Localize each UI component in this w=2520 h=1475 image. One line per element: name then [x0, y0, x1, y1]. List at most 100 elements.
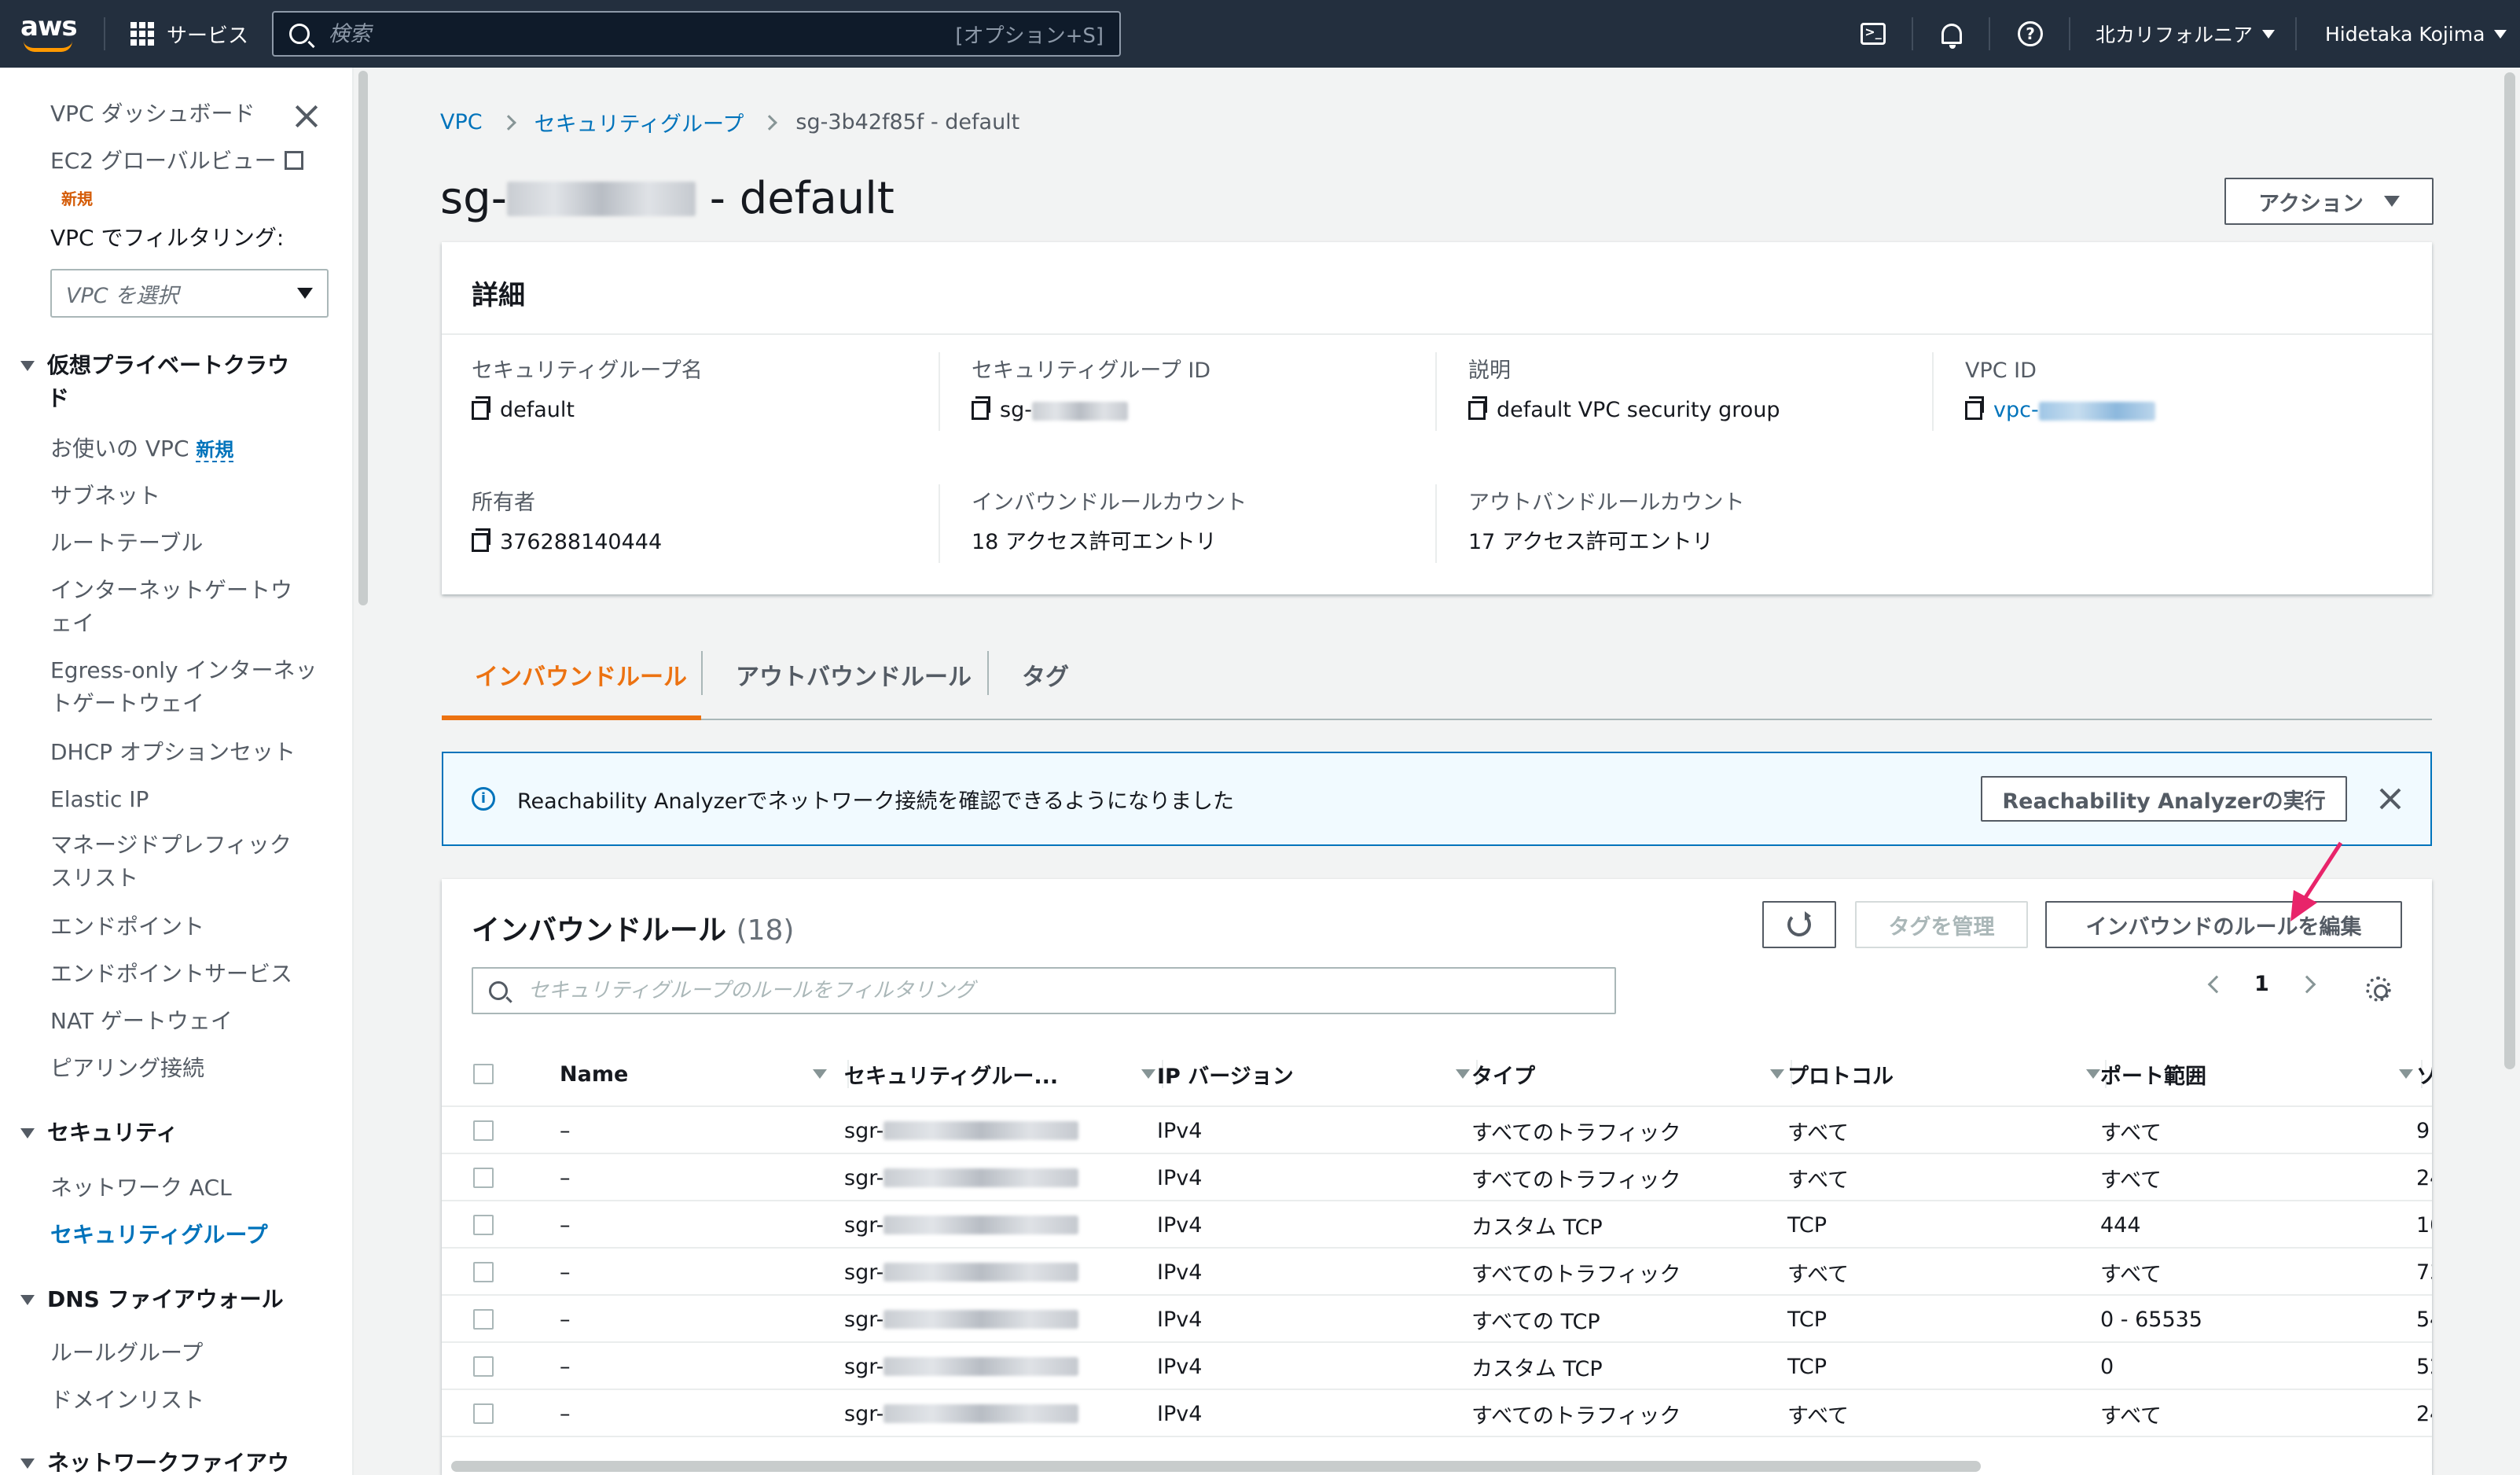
column-sgr-id[interactable]: セキュリティグルー...	[844, 1041, 1155, 1107]
vpc-id-link[interactable]: vpc-	[1993, 396, 2155, 425]
table-row[interactable]: – sgr- IPv4 すべてのトラフィック すべて すべて 73	[442, 1249, 2432, 1296]
cell-name: –	[560, 1107, 571, 1154]
sidebar-item-endpoint-services[interactable]: エンドポイントサービス	[50, 958, 292, 991]
row-checkbox[interactable]	[473, 1356, 494, 1377]
detail-inbound-count: インバウンドルールカウント 18 アクセス許可エントリ	[939, 484, 1410, 563]
table-row[interactable]: – sgr- IPv4 すべての TCP TCP 0 - 65535 54	[442, 1296, 2432, 1343]
sidebar-item-egress-only-igw[interactable]: Egress-only インターネッ トゲートウェイ	[50, 654, 318, 720]
sidebar-item-security-groups[interactable]: セキュリティグループ	[50, 1219, 268, 1252]
copy-icon[interactable]	[472, 396, 490, 420]
tab-inbound-rules[interactable]: インバウンドルール	[475, 657, 687, 692]
sidebar-scrollbar[interactable]	[358, 71, 368, 605]
sidebar-item-dhcp-options[interactable]: DHCP オプションセット	[50, 736, 296, 769]
select-all-checkbox[interactable]	[473, 1064, 494, 1084]
account-menu[interactable]: Hidetaka Kojima	[2325, 17, 2507, 50]
sidebar-section-vpc[interactable]: 仮想プライベートクラウド	[20, 349, 289, 415]
sidebar-item-your-vpcs[interactable]: お使いの VPC 新規	[50, 432, 234, 466]
breadcrumb-vpc[interactable]: VPC	[440, 110, 483, 134]
aws-logo[interactable]: aws	[20, 11, 83, 57]
current-page[interactable]: 1	[2254, 972, 2269, 996]
copy-icon[interactable]	[972, 396, 990, 420]
page-scrollbar[interactable]	[2504, 72, 2515, 1069]
sidebar-item-route-tables[interactable]: ルートテーブル	[50, 527, 203, 560]
sidebar-item-ec2-global-view[interactable]: EC2 グローバルビュー	[50, 145, 303, 178]
row-checkbox[interactable]	[473, 1262, 494, 1282]
column-name[interactable]: Name	[560, 1041, 827, 1107]
global-search[interactable]: [オプション+S]	[272, 11, 1121, 57]
rules-filter[interactable]	[472, 967, 1616, 1014]
column-port-range[interactable]: ポート範囲	[2100, 1041, 2413, 1107]
cell-port-range: すべて	[2100, 1249, 2162, 1296]
tab-tags[interactable]: タグ	[1022, 657, 1069, 692]
cell-sgr-id-text: sgr-	[844, 1401, 884, 1426]
row-select-cell	[473, 1154, 494, 1201]
notifications-button[interactable]	[1935, 17, 1968, 50]
detail-value[interactable]: vpc-	[1965, 396, 2404, 425]
sidebar-section-network-firewall[interactable]: ネットワークファイアウ	[20, 1447, 289, 1475]
cell-source-text: 10	[2416, 1212, 2432, 1238]
search-input[interactable]	[329, 21, 956, 46]
gear-icon[interactable]	[2366, 977, 2391, 1002]
new-link[interactable]: 新規	[196, 439, 234, 462]
column-protocol[interactable]: プロトコル	[1787, 1041, 2100, 1107]
breadcrumb-security-groups[interactable]: セキュリティグループ	[534, 107, 744, 138]
table-row[interactable]: – sgr- IPv4 カスタム TCP TCP 444 10	[442, 1201, 2432, 1249]
table-row[interactable]: – sgr- IPv4 すべてのトラフィック すべて すべて 24	[442, 1390, 2432, 1437]
prev-page-icon[interactable]	[2207, 975, 2226, 993]
detail-sg-id: セキュリティグループ ID sg-	[939, 352, 1410, 431]
sidebar-item-vpc-dashboard[interactable]: VPC ダッシュボード	[50, 97, 255, 131]
actions-dropdown-button[interactable]: アクション	[2224, 178, 2434, 225]
nav-divider	[2295, 17, 2297, 50]
page-title-suffix: - default	[695, 173, 894, 224]
row-checkbox[interactable]	[473, 1168, 494, 1188]
services-menu[interactable]: サービス	[130, 17, 248, 50]
sidebar-item-domain-lists[interactable]: ドメインリスト	[50, 1384, 204, 1417]
row-checkbox[interactable]	[473, 1215, 494, 1235]
run-reachability-analyzer-button[interactable]: Reachability Analyzerの実行	[1981, 776, 2347, 822]
manage-tags-button[interactable]: タグを管理	[1855, 901, 2028, 948]
tab-outbound-rules[interactable]: アウトバウンドルール	[736, 657, 972, 692]
next-page-icon[interactable]	[2298, 975, 2316, 993]
top-navigation-bar: aws サービス [オプション+S] >_ ? 北カリフォルニア Hidetak…	[0, 0, 2520, 68]
dismiss-close-icon[interactable]	[2379, 787, 2402, 811]
sidebar-item-internet-gateways[interactable]: インターネットゲートウ ェイ	[50, 574, 292, 640]
sidebar-section-dns-firewall[interactable]: DNS ファイアウォール	[20, 1283, 284, 1316]
sidebar-item-peering[interactable]: ピアリング接続	[50, 1052, 204, 1085]
refresh-button[interactable]	[1762, 901, 1836, 948]
cell-port-range: 444	[2100, 1201, 2141, 1249]
sidebar-item-network-acl[interactable]: ネットワーク ACL	[50, 1172, 232, 1205]
sidebar-item-nat-gateways[interactable]: NAT ゲートウェイ	[50, 1005, 233, 1038]
vpc-filter-select[interactable]: VPC を選択	[50, 269, 329, 318]
rule-tabs: インバウンドルール アウトバウンドルール タグ	[442, 629, 2432, 720]
table-horizontal-scrollbar[interactable]	[451, 1461, 1981, 1472]
table-row[interactable]: – sgr- IPv4 カスタム TCP TCP 0 52	[442, 1343, 2432, 1390]
table-row[interactable]: – sgr- IPv4 すべてのトラフィック すべて すべて 24	[442, 1154, 2432, 1201]
copy-icon[interactable]	[472, 528, 490, 552]
detail-description: 説明 default VPC security group	[1435, 352, 1907, 431]
sidebar-item-elastic-ip[interactable]: Elastic IP	[50, 783, 149, 816]
column-source[interactable]: ソ	[2416, 1041, 2432, 1107]
column-type[interactable]: タイプ	[1471, 1041, 1784, 1107]
sidebar-item-rule-groups[interactable]: ルールグループ	[50, 1337, 203, 1370]
cell-sgr-id: sgr-	[844, 1390, 1079, 1437]
row-checkbox[interactable]	[473, 1309, 494, 1330]
close-sidebar-icon[interactable]	[292, 102, 321, 131]
cell-ip-version: IPv4	[1157, 1201, 1202, 1249]
sidebar-item-managed-prefix-lists[interactable]: マネージドプレフィック スリスト	[50, 829, 292, 895]
table-row[interactable]: – sgr- IPv4 すべてのトラフィック すべて すべて 91	[442, 1107, 2432, 1154]
cell-ip-version-text: IPv4	[1157, 1401, 1203, 1426]
copy-icon[interactable]	[1468, 396, 1487, 420]
cloudshell-button[interactable]: >_	[1857, 17, 1890, 50]
sidebar-item-endpoints[interactable]: エンドポイント	[50, 910, 204, 943]
region-selector[interactable]: 北カリフォルニア	[2096, 17, 2276, 50]
column-ip-version[interactable]: IP バージョン	[1157, 1041, 1470, 1107]
help-button[interactable]: ?	[2014, 17, 2047, 50]
cell-ip-version-text: IPv4	[1157, 1307, 1203, 1332]
row-checkbox[interactable]	[473, 1120, 494, 1141]
cell-name-text: –	[560, 1212, 571, 1238]
copy-icon[interactable]	[1965, 396, 1984, 420]
rules-filter-input[interactable]	[528, 979, 1599, 1002]
row-checkbox[interactable]	[473, 1403, 494, 1424]
sidebar-section-security[interactable]: セキュリティ	[20, 1116, 178, 1149]
sidebar-item-subnets[interactable]: サブネット	[50, 480, 160, 513]
